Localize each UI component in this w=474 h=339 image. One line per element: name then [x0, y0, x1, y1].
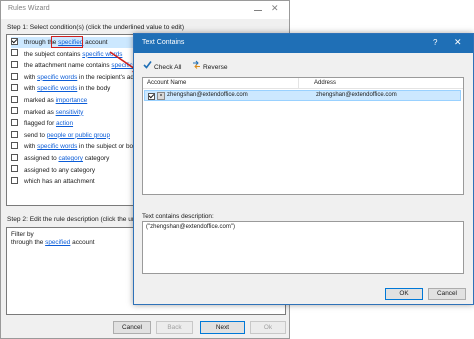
- condition-checkbox[interactable]: [11, 130, 18, 138]
- account-checkbox[interactable]: [148, 92, 155, 100]
- condition-text: send to: [24, 131, 47, 139]
- rules-wizard-title: Rules Wizard: [8, 5, 50, 12]
- condition-link[interactable]: specific words: [37, 143, 77, 150]
- description-label: Text contains description:: [142, 213, 214, 220]
- condition-checkbox[interactable]: [11, 84, 18, 92]
- condition-text: account: [83, 39, 108, 46]
- condition-checkbox[interactable]: [11, 49, 18, 57]
- condition-text: with: [24, 73, 38, 81]
- highlight-box: [51, 36, 83, 48]
- help-icon[interactable]: ?: [433, 38, 437, 47]
- reverse-label: Reverse: [203, 64, 228, 71]
- condition-checkbox[interactable]: [11, 177, 18, 184]
- condition-text: the attachment name contains: [24, 62, 112, 70]
- description-line-2: through the specified account: [11, 239, 95, 246]
- description-line-1: Filter by: [11, 231, 34, 238]
- text-contains-dialog: Text Contains ? ✕ Check All Reverse Acco…: [133, 33, 474, 305]
- back-button[interactable]: Back: [156, 321, 193, 334]
- reverse-arrows-icon: [191, 60, 201, 73]
- description-text: through the: [11, 239, 46, 246]
- condition-link[interactable]: sensitivity: [56, 109, 84, 116]
- condition-checkbox[interactable]: [11, 153, 18, 161]
- condition-checkbox[interactable]: [11, 107, 18, 115]
- condition-link[interactable]: specific words: [37, 74, 77, 81]
- condition-text: with: [24, 143, 38, 151]
- condition-checkbox[interactable]: [11, 119, 18, 126]
- column-divider[interactable]: [298, 78, 299, 89]
- condition-text: assigned to any category: [24, 166, 96, 174]
- condition-link[interactable]: importance: [56, 97, 88, 104]
- accounts-list[interactable]: Account Name Address zhengshan@extendoff…: [142, 77, 464, 195]
- cancel-button[interactable]: Cancel: [428, 288, 466, 300]
- checkmark-icon: [142, 60, 152, 73]
- condition-checkbox[interactable]: [11, 61, 18, 68]
- condition-text: category: [82, 155, 110, 162]
- list-header: Account Name Address: [143, 78, 463, 89]
- contact-card-icon: [157, 92, 165, 100]
- condition-text: assigned to: [24, 155, 59, 162]
- ok-button[interactable]: Ok: [250, 321, 286, 334]
- description-field[interactable]: ("zhengshan@extendoffice.com"): [142, 221, 464, 274]
- account-name: zhengshan@extendoffice.com: [167, 92, 248, 98]
- condition-checkbox[interactable]: [11, 72, 18, 80]
- condition-text: in the body: [77, 85, 111, 93]
- condition-text: marked as: [24, 108, 56, 116]
- specified-link[interactable]: specified: [45, 239, 70, 246]
- description-value: ("zhengshan@extendoffice.com"): [146, 224, 235, 230]
- condition-checkbox[interactable]: [11, 37, 18, 45]
- condition-checkbox[interactable]: [11, 165, 18, 173]
- column-address[interactable]: Address: [314, 80, 336, 86]
- check-all-label: Check All: [154, 64, 182, 71]
- reverse-button[interactable]: Reverse: [191, 60, 228, 73]
- text-contains-titlebar: Text Contains ? ✕: [134, 34, 473, 53]
- condition-text: flagged for: [24, 120, 56, 128]
- account-address: zhengshan@extendoffice.com: [316, 92, 397, 98]
- condition-text: marked as: [24, 97, 56, 104]
- condition-link[interactable]: category: [58, 155, 83, 162]
- account-row[interactable]: zhengshan@extendoffice.com zhengshan@ext…: [144, 90, 461, 101]
- condition-text: which has an attachment: [24, 178, 95, 186]
- condition-link[interactable]: specific words: [37, 85, 77, 92]
- next-button[interactable]: Next: [200, 321, 245, 334]
- condition-checkbox[interactable]: [11, 142, 18, 150]
- column-account-name[interactable]: Account Name: [147, 80, 186, 86]
- check-all-button[interactable]: Check All: [142, 60, 182, 73]
- condition-link[interactable]: action: [56, 120, 73, 127]
- description-text: account: [70, 239, 95, 246]
- close-icon[interactable]: ✕: [454, 37, 462, 48]
- ok-button[interactable]: OK: [385, 288, 423, 300]
- cancel-button[interactable]: Cancel: [113, 321, 151, 334]
- condition-text: with: [24, 85, 38, 93]
- condition-link[interactable]: people or public group: [47, 132, 110, 139]
- dialog-title: Text Contains: [142, 39, 185, 46]
- close-icon[interactable]: ✕: [271, 3, 279, 14]
- rules-wizard-titlebar: Rules Wizard ✕: [1, 1, 289, 19]
- minimize-icon[interactable]: [254, 5, 262, 13]
- condition-text: the subject contains: [24, 50, 83, 58]
- condition-text: in the subject or body: [77, 143, 140, 151]
- step1-label: Step 1: Select condition(s) (click the u…: [7, 24, 185, 31]
- condition-checkbox[interactable]: [11, 95, 18, 103]
